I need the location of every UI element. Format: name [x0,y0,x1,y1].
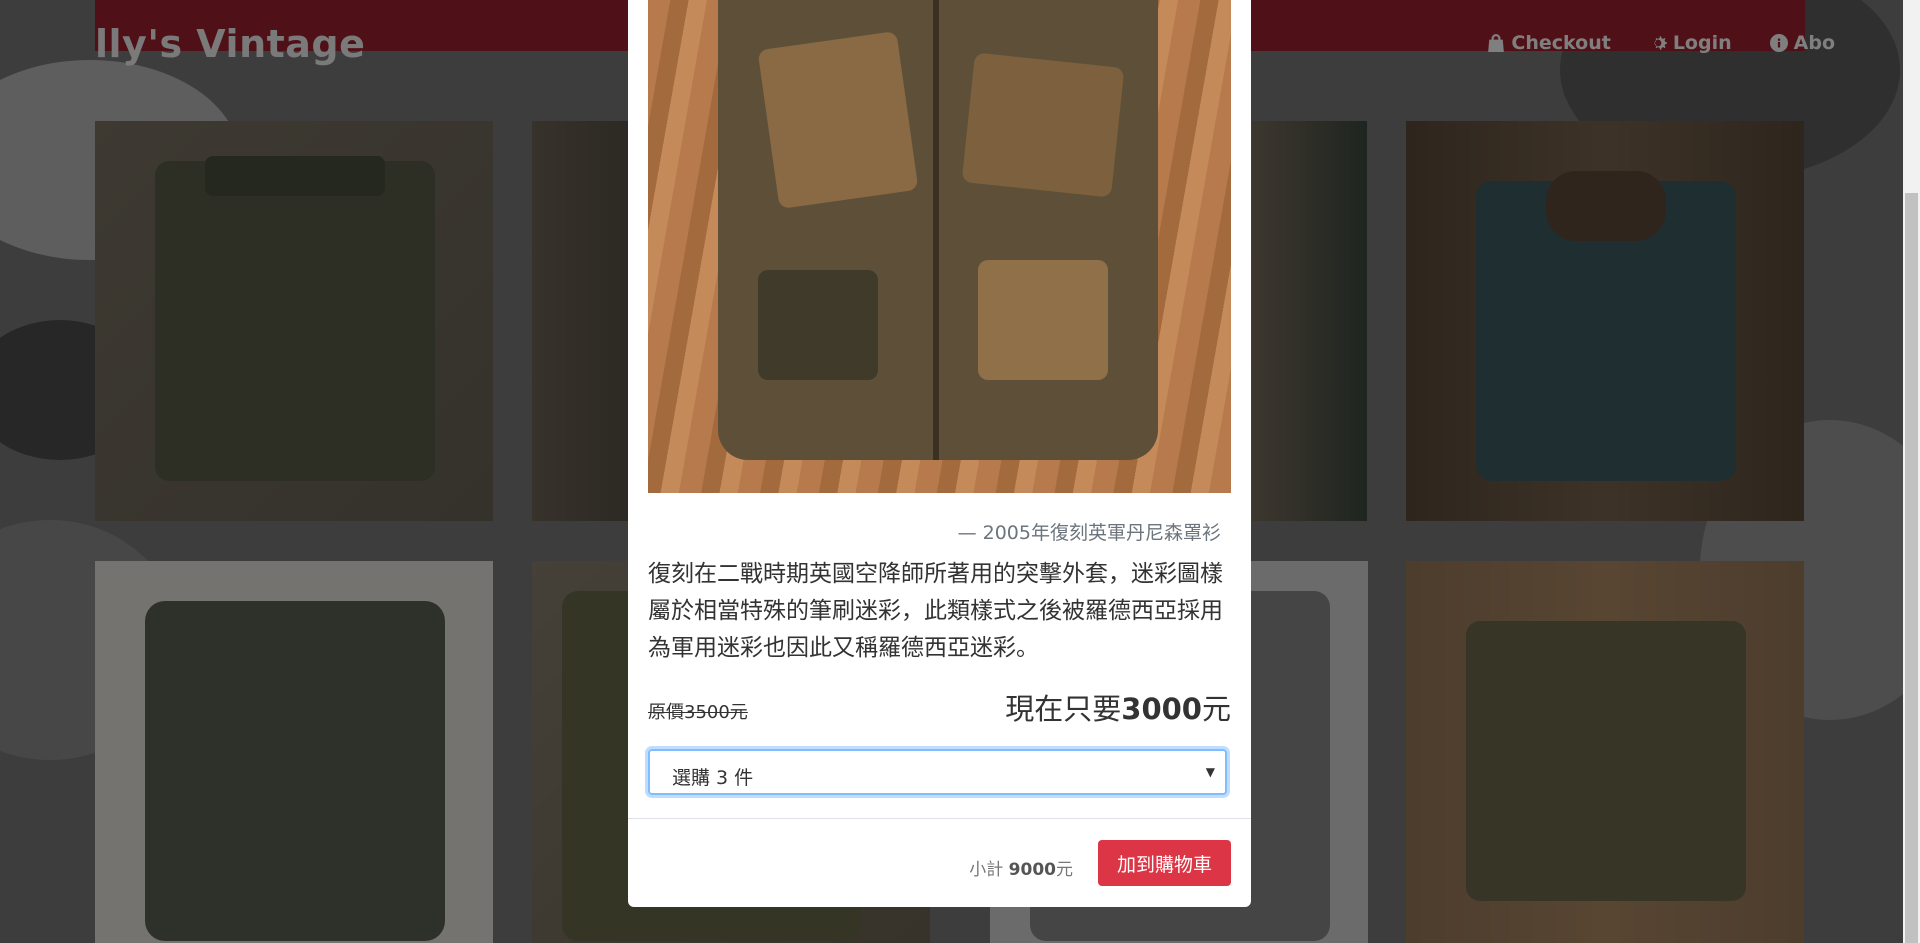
price-row: 原價3500元 現在只要3000元 [648,686,1231,726]
subtotal-label: 小計 [969,860,1004,880]
current-price-suffix: 元 [1201,692,1231,726]
add-to-cart-button[interactable]: 加到購物車 [1098,840,1231,886]
product-detail-photo [648,0,1231,493]
subtotal: 小計 9000元 [969,855,1073,880]
product-modal: — 2005年復刻英軍丹尼森罩衫 復刻在二戰時期英國空降師所著用的突擊外套，迷彩… [628,0,1251,907]
current-price-value: 3000 [1121,692,1202,726]
scrollbar-thumb[interactable] [1905,193,1918,943]
original-price: 原價3500元 [648,702,748,723]
subtotal-value: 9000 [1008,860,1056,880]
scrollbar[interactable] [1903,0,1920,943]
chevron-down-icon: ▼ [1205,765,1215,779]
product-description: 復刻在二戰時期英國空降師所著用的突擊外套，迷彩圖樣屬於相當特殊的筆刷迷彩，此類樣… [648,561,1223,661]
current-price: 現在只要3000元 [1005,686,1231,728]
quantity-select[interactable]: 選購 3 件 ▼ [648,749,1227,795]
quantity-select-value: 選購 3 件 [672,767,754,789]
modal-footer-divider [628,818,1251,819]
current-price-prefix: 現在只要 [1005,692,1122,726]
subtotal-suffix: 元 [1056,860,1073,880]
product-caption: — 2005年復刻英軍丹尼森罩衫 [957,522,1221,544]
